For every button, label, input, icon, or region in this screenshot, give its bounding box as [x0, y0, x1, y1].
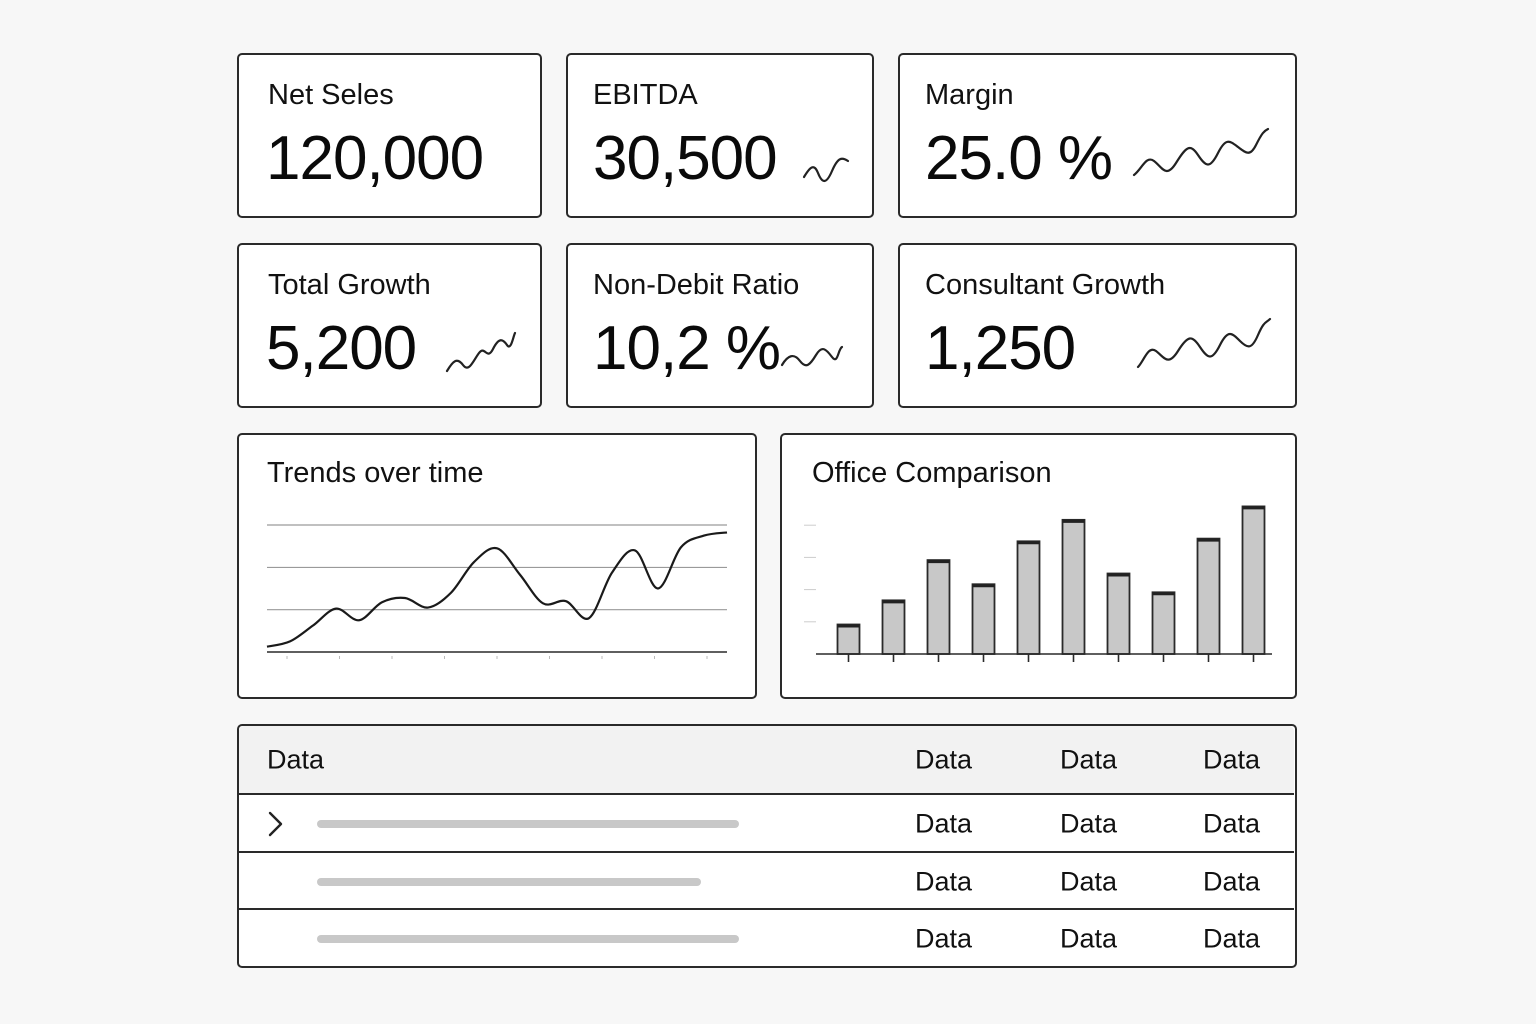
bar: [1016, 540, 1041, 655]
table-cell: Data: [915, 923, 973, 954]
kpi-value: 5,200: [266, 314, 417, 383]
kpi-value: 25.0 %: [925, 124, 1113, 193]
sparkline: [802, 157, 850, 183]
kpi-label: Consultant Growth: [925, 269, 1166, 301]
table-header-row: Data Data Data Data: [239, 726, 1294, 794]
kpi-card-consultant-growth: Consultant Growth 1,250: [898, 243, 1297, 408]
bar: [1106, 572, 1131, 655]
kpi-card-net-sales: Net Seles 120,000: [237, 53, 542, 218]
kpi-card-total-growth: Total Growth 5,200: [237, 243, 542, 408]
trend-line-chart: [266, 524, 728, 659]
sparkline: [780, 345, 844, 367]
bar: [881, 599, 906, 655]
column-header[interactable]: Data: [267, 745, 324, 776]
table-cell: Data: [915, 808, 973, 839]
trend-series-line: [266, 531, 728, 648]
chevron-right-icon[interactable]: [263, 808, 287, 840]
kpi-label: Total Growth: [268, 269, 431, 301]
bar: [1241, 505, 1266, 655]
kpi-label: EBITDA: [593, 79, 698, 111]
placeholder-bar: [317, 820, 739, 828]
table-row[interactable]: Data Data Data: [239, 795, 1294, 853]
table-row[interactable]: Data Data Data: [239, 910, 1294, 966]
table-cell: Data: [1203, 923, 1261, 954]
bar: [836, 623, 861, 655]
column-header[interactable]: Data: [1203, 745, 1260, 776]
column-header[interactable]: Data: [1060, 745, 1117, 776]
sparkline: [1132, 127, 1270, 177]
kpi-card-non-debit-ratio: Non-Debit Ratio 10,2 %: [566, 243, 874, 408]
bar: [1151, 591, 1176, 655]
kpi-value: 120,000: [266, 124, 484, 193]
office-bar-chart: [804, 505, 1272, 662]
placeholder-bar: [317, 878, 701, 886]
column-header[interactable]: Data: [915, 745, 972, 776]
table-row[interactable]: Data Data Data: [239, 853, 1294, 911]
table-cell: Data: [1060, 866, 1118, 897]
kpi-label: Margin: [925, 79, 1014, 111]
trends-panel: Trends over time: [237, 433, 757, 699]
table-cell: Data: [1060, 808, 1118, 839]
bar: [971, 583, 996, 655]
table-cell: Data: [1203, 808, 1261, 839]
sparkline: [445, 331, 517, 373]
table-cell: Data: [915, 866, 973, 897]
table-cell: Data: [1060, 923, 1118, 954]
bar: [1196, 537, 1221, 655]
kpi-card-ebitda: EBITDA 30,500: [566, 53, 874, 218]
kpi-value: 30,500: [593, 124, 778, 193]
kpi-value: 10,2 %: [593, 314, 781, 383]
sparkline: [1136, 317, 1272, 369]
table-cell: Data: [1203, 866, 1261, 897]
data-table: Data Data Data Data Data Data Data Data …: [237, 724, 1297, 968]
office-comparison-panel: Office Comparison: [780, 433, 1297, 699]
kpi-card-margin: Margin 25.0 %: [898, 53, 1297, 218]
bar: [926, 559, 951, 655]
kpi-label: Non-Debit Ratio: [593, 269, 800, 301]
bar: [1061, 518, 1086, 655]
kpi-value: 1,250: [925, 314, 1076, 383]
placeholder-bar: [317, 935, 739, 943]
kpi-label: Net Seles: [268, 79, 394, 111]
